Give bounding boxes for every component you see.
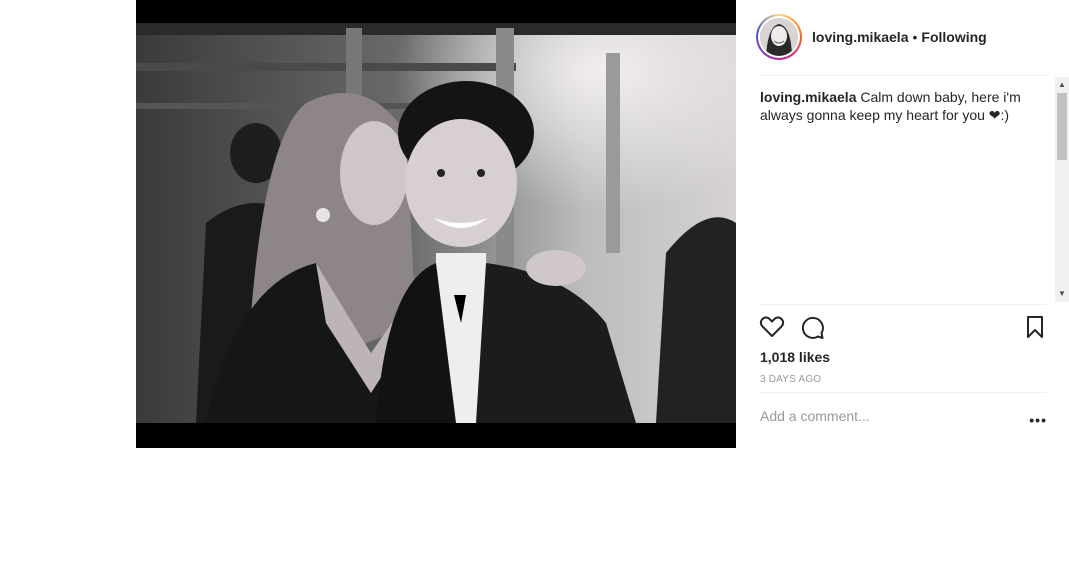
separator-dot: • <box>912 29 918 45</box>
comment-row: ••• <box>760 408 1050 436</box>
more-options-icon[interactable]: ••• <box>1029 412 1047 428</box>
comment-divider <box>760 392 1047 393</box>
action-bar <box>758 313 1048 341</box>
likes-count[interactable]: 1,018 likes <box>760 349 830 365</box>
scroll-up-arrow-icon[interactable]: ▲ <box>1055 79 1069 91</box>
heart-icon[interactable] <box>758 313 786 341</box>
following-button[interactable]: Following <box>921 29 986 45</box>
avatar[interactable] <box>760 18 798 56</box>
comment-bubble-icon[interactable] <box>798 313 826 341</box>
header-divider <box>760 75 1047 76</box>
scroll-down-arrow-icon[interactable]: ▼ <box>1055 288 1069 300</box>
bookmark-icon[interactable] <box>1021 313 1049 341</box>
story-ring[interactable] <box>756 14 802 60</box>
caption-username-link[interactable]: loving.mikaela <box>760 89 856 105</box>
post-photo-frame <box>136 0 736 448</box>
caption-scrollbar[interactable]: ▲ ▼ <box>1055 77 1069 302</box>
post-date[interactable]: 3 DAYS AGO <box>760 374 821 385</box>
scroll-thumb[interactable] <box>1057 93 1067 160</box>
post-photo[interactable] <box>136 23 736 423</box>
caption-divider <box>760 304 1047 305</box>
username-link[interactable]: loving.mikaela <box>812 29 908 45</box>
comment-input[interactable] <box>760 408 1010 424</box>
caption: loving.mikaela Calm down baby, here i'm … <box>760 88 1050 302</box>
post-header: loving.mikaela • Following <box>756 12 1056 62</box>
